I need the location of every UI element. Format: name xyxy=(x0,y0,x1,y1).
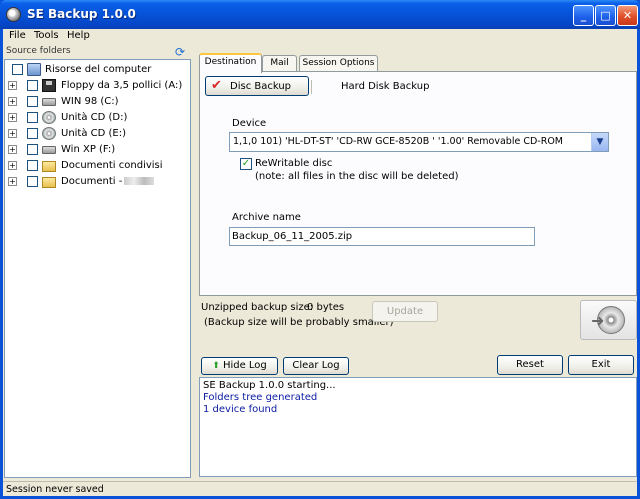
tree-node-label: Documenti condivisi xyxy=(61,160,163,171)
computer-icon xyxy=(27,63,41,76)
backup-size-label: Unzipped backup size: xyxy=(201,302,314,313)
source-folders-header: Source folders xyxy=(6,46,71,56)
close-button[interactable]: ✕ xyxy=(617,5,638,26)
redacted-name xyxy=(124,177,155,185)
floppy-icon xyxy=(42,79,56,92)
device-dropdown[interactable]: 1,1,0 101) 'HL-DT-ST' 'CD-RW GCE-8520B '… xyxy=(229,132,609,152)
device-value: 1,1,0 101) 'HL-DT-ST' 'CD-RW GCE-8520B '… xyxy=(233,136,563,147)
chevron-down-icon[interactable]: ▼ xyxy=(591,133,608,151)
hard-drive-icon xyxy=(42,146,56,154)
disc-backup-label: Disc Backup xyxy=(230,81,292,92)
log-line: Folders tree generated xyxy=(203,392,318,403)
up-arrow-icon: ⬆ xyxy=(212,361,220,371)
tab-session-options[interactable]: Session Options xyxy=(299,55,378,72)
cd-burn-icon: ➜ xyxy=(580,300,637,340)
destination-panel: ✔ Disc Backup Hard Disk Backup Device 1,… xyxy=(199,71,637,296)
app-icon xyxy=(6,7,21,22)
tree-node-label: Unità CD (D:) xyxy=(61,112,128,123)
log-line: SE Backup 1.0.0 starting... xyxy=(203,380,336,391)
minimize-button[interactable]: _ xyxy=(573,5,594,26)
check-icon: ✔ xyxy=(211,78,222,93)
window-frame: SE Backup 1.0.0 _ □ ✕ File Tools Help So… xyxy=(0,0,640,499)
menu-file[interactable]: File xyxy=(9,30,26,41)
expand-icon[interactable]: + xyxy=(8,177,17,186)
tree-node-label: Unità CD (E:) xyxy=(61,128,127,139)
tree-node-floppy[interactable]: + Floppy da 3,5 pollici (A:) xyxy=(5,78,190,94)
tree-node-shared-documents[interactable]: + Documenti condivisi xyxy=(5,158,190,174)
tab-mail[interactable]: Mail xyxy=(262,55,297,72)
client-area: File Tools Help Source folders ⟳ Risorse… xyxy=(3,29,637,496)
tree-node-label: Documenti - xyxy=(61,176,155,187)
folder-tree[interactable]: Risorse del computer + Floppy da 3,5 pol… xyxy=(4,59,191,478)
exit-button[interactable]: Exit xyxy=(568,355,634,375)
backup-size-note: (Backup size will be probably smaller) xyxy=(204,317,394,328)
cd-drive-icon xyxy=(42,127,56,140)
tree-node-computer[interactable]: Risorse del computer xyxy=(5,62,190,78)
update-button[interactable]: Update xyxy=(372,301,438,322)
status-bar: Session never saved xyxy=(3,481,637,496)
tree-checkbox[interactable] xyxy=(27,112,38,123)
tree-checkbox[interactable] xyxy=(27,160,38,171)
tab-destination[interactable]: Destination xyxy=(199,53,262,73)
tree-node-label: Risorse del computer xyxy=(45,64,152,75)
tree-node-drive-f[interactable]: + Win XP (F:) xyxy=(5,142,190,158)
tree-checkbox[interactable] xyxy=(27,144,38,155)
rewritable-checkbox[interactable]: ✓ xyxy=(240,158,252,170)
menu-help[interactable]: Help xyxy=(67,30,90,41)
tree-node-cd-d[interactable]: + Unità CD (D:) xyxy=(5,110,190,126)
cd-drive-icon xyxy=(42,111,56,124)
hide-log-label: Hide Log xyxy=(222,360,267,371)
tree-node-drive-c[interactable]: + WIN 98 (C:) xyxy=(5,94,190,110)
tree-node-label: WIN 98 (C:) xyxy=(61,96,119,107)
folder-icon xyxy=(42,177,56,188)
archive-name-label: Archive name xyxy=(232,212,301,223)
expand-icon[interactable]: + xyxy=(8,145,17,154)
tree-node-documents[interactable]: + Documenti - xyxy=(5,174,190,190)
refresh-icon[interactable]: ⟳ xyxy=(175,46,187,58)
divider xyxy=(311,80,312,94)
backup-size-value: 0 bytes xyxy=(307,302,345,313)
disc-backup-button[interactable]: ✔ Disc Backup xyxy=(205,76,309,96)
hide-log-button[interactable]: ⬆ Hide Log xyxy=(201,357,278,375)
log-line: 1 device found xyxy=(203,404,278,415)
archive-name-value: Backup_06_11_2005.zip xyxy=(232,231,353,242)
archive-name-input[interactable]: Backup_06_11_2005.zip xyxy=(229,227,535,246)
menu-tools[interactable]: Tools xyxy=(34,30,59,41)
arrow-icon: ➜ xyxy=(591,311,605,330)
rewritable-label[interactable]: ReWritable disc xyxy=(255,158,332,169)
device-label: Device xyxy=(232,118,267,129)
expand-icon[interactable]: + xyxy=(8,129,17,138)
rewritable-note: (note: all files in the disc will be del… xyxy=(255,171,459,182)
tree-checkbox[interactable] xyxy=(27,176,38,187)
tree-checkbox[interactable] xyxy=(27,128,38,139)
expand-icon[interactable]: + xyxy=(8,97,17,106)
folder-icon xyxy=(42,161,56,172)
expand-icon[interactable]: + xyxy=(8,161,17,170)
window-title: SE Backup 1.0.0 xyxy=(27,7,136,21)
tree-checkbox[interactable] xyxy=(27,96,38,107)
tree-node-label: Win XP (F:) xyxy=(61,144,116,155)
maximize-button[interactable]: □ xyxy=(595,5,616,26)
reset-button[interactable]: Reset xyxy=(497,355,563,375)
menu-bar: File Tools Help xyxy=(3,29,637,45)
tree-node-label: Floppy da 3,5 pollici (A:) xyxy=(61,80,183,91)
expand-icon[interactable]: + xyxy=(8,81,17,90)
tree-checkbox[interactable] xyxy=(27,80,38,91)
clear-log-button[interactable]: Clear Log xyxy=(283,357,349,375)
hard-disk-backup-option[interactable]: Hard Disk Backup xyxy=(341,81,429,92)
tree-node-cd-e[interactable]: + Unità CD (E:) xyxy=(5,126,190,142)
tree-checkbox[interactable] xyxy=(12,64,23,75)
expand-icon[interactable]: + xyxy=(8,113,17,122)
source-folders-panel: Source folders ⟳ Risorse del computer + … xyxy=(4,46,191,478)
hard-drive-icon xyxy=(42,98,56,106)
title-bar[interactable]: SE Backup 1.0.0 _ □ ✕ xyxy=(0,0,640,29)
status-text: Session never saved xyxy=(6,484,104,495)
log-output[interactable]: SE Backup 1.0.0 starting... Folders tree… xyxy=(199,377,637,477)
